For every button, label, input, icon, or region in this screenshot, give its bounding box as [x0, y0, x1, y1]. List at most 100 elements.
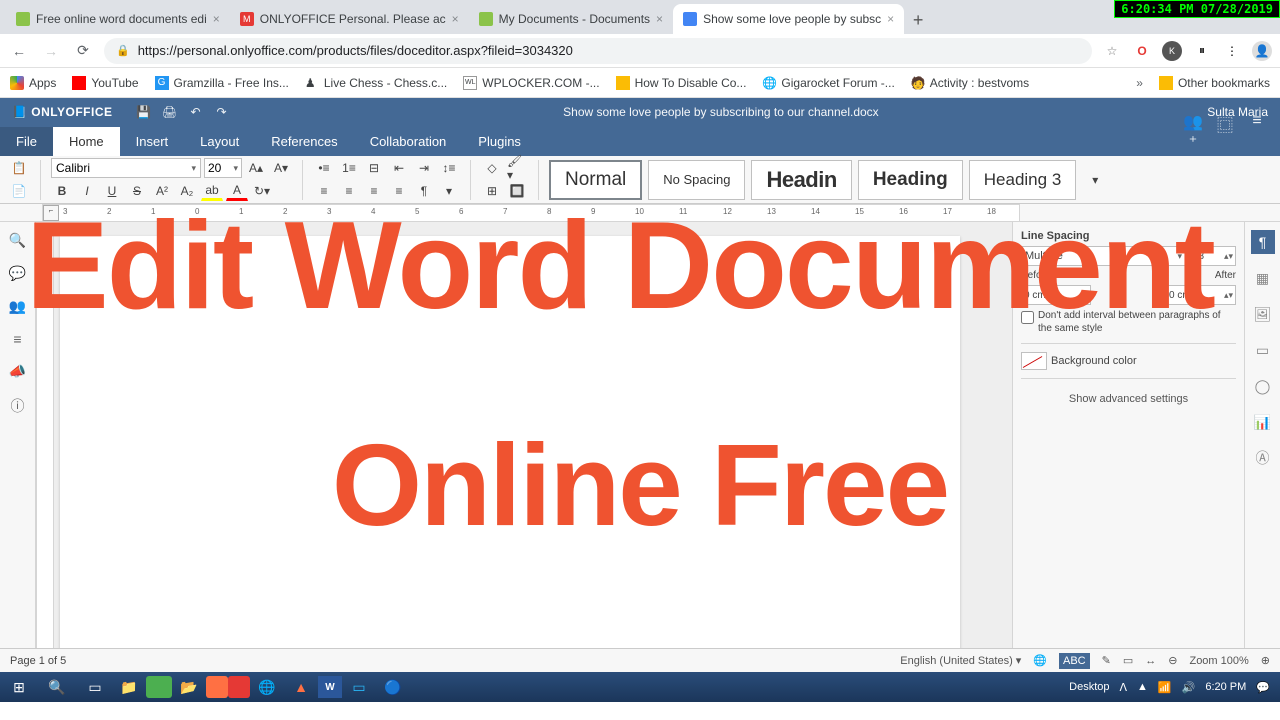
open-location-icon[interactable]: ⿴ — [1214, 112, 1236, 152]
language-select[interactable]: English (United States) ▾ — [900, 654, 1021, 667]
tab-insert[interactable]: Insert — [120, 127, 185, 156]
style-heading2[interactable]: Heading — [858, 160, 963, 200]
tray-clock[interactable]: 6:20 PM — [1205, 681, 1246, 693]
chart-settings-icon[interactable]: 📊 — [1251, 410, 1275, 434]
nonprinting-button[interactable]: ¶ — [413, 181, 435, 201]
undo-icon[interactable]: ↶ — [183, 101, 209, 123]
strike-button[interactable]: S — [126, 181, 148, 201]
forward-button[interactable]: → — [40, 40, 62, 62]
line-spacing-value[interactable]: 08▴▾ — [1190, 246, 1236, 266]
superscript-button[interactable]: A² — [151, 181, 173, 201]
close-icon[interactable]: × — [213, 12, 220, 26]
other-bookmarks[interactable]: Other bookmarks — [1159, 76, 1270, 90]
taskbar-app[interactable] — [146, 676, 172, 698]
menu-icon[interactable]: ⋮ — [1222, 41, 1242, 61]
share-icon[interactable]: 👥⁺ — [1182, 112, 1204, 152]
increase-font-icon[interactable]: A▴ — [245, 158, 267, 178]
table-settings-icon[interactable]: ▦ — [1251, 266, 1275, 290]
document-viewport[interactable] — [36, 222, 1012, 648]
taskbar-app[interactable]: 📂 — [172, 672, 206, 702]
tray-volume-icon[interactable]: 🔊 — [1182, 681, 1196, 694]
tray-overflow-icon[interactable]: ᐱ — [1120, 681, 1128, 694]
close-icon[interactable]: × — [452, 12, 459, 26]
chat-icon[interactable]: 👥 — [9, 298, 26, 315]
task-view-button[interactable]: ▭ — [78, 672, 112, 702]
font-size-select[interactable]: 20▾ — [204, 158, 242, 178]
style-no-spacing[interactable]: No Spacing — [648, 160, 745, 200]
decrease-indent-button[interactable]: ⇤ — [388, 158, 410, 178]
spacing-before[interactable]: 0 cm▴▾ — [1021, 285, 1091, 305]
feedback-icon[interactable]: 📣 — [9, 363, 26, 380]
track-changes-button[interactable]: ✎ — [1102, 654, 1111, 667]
paste-icon[interactable]: 📄 — [8, 181, 30, 201]
tab-layout[interactable]: Layout — [184, 127, 255, 156]
paragraph-settings-icon[interactable]: ¶ — [1251, 230, 1275, 254]
taskbar-app[interactable] — [228, 676, 250, 698]
taskbar-word[interactable]: W — [318, 676, 342, 698]
browser-tab-0[interactable]: Free online word documents edi× — [6, 4, 230, 34]
redo-icon[interactable]: ↷ — [209, 101, 235, 123]
extension-icon[interactable]: K — [1162, 41, 1182, 61]
italic-button[interactable]: I — [76, 181, 98, 201]
zoom-out-button[interactable]: ⊖ — [1168, 654, 1177, 667]
browser-tab-2[interactable]: My Documents - Documents× — [469, 4, 673, 34]
textart-settings-icon[interactable]: Ⓐ — [1251, 446, 1275, 470]
close-icon[interactable]: × — [656, 12, 663, 26]
tab-collaboration[interactable]: Collaboration — [354, 127, 463, 156]
reload-button[interactable]: ⟳ — [72, 40, 94, 62]
bookmark-item[interactable]: 🧑Activity : bestvoms — [911, 76, 1029, 90]
tab-file[interactable]: File — [0, 127, 53, 156]
bullets-button[interactable]: •≡ — [313, 158, 335, 178]
tray-desktop-label[interactable]: Desktop — [1069, 681, 1109, 693]
font-color-button[interactable]: A — [226, 181, 248, 201]
dont-add-interval-checkbox[interactable] — [1021, 311, 1034, 324]
bold-button[interactable]: B — [51, 181, 73, 201]
vertical-ruler[interactable] — [36, 230, 54, 648]
spellcheck-button[interactable]: 🌐 — [1033, 654, 1047, 667]
taskbar-app[interactable]: ▭ — [342, 672, 376, 702]
bookmark-item[interactable]: 🌐Gigarocket Forum -... — [762, 76, 894, 90]
bookmark-item[interactable]: GGramzilla - Free Ins... — [155, 76, 289, 90]
line-spacing-mode[interactable]: Multiple▾ — [1021, 246, 1186, 266]
show-advanced-link[interactable]: Show advanced settings — [1021, 387, 1236, 411]
taskbar-app[interactable] — [206, 676, 228, 698]
decrease-font-icon[interactable]: A▾ — [270, 158, 292, 178]
bookmark-item[interactable]: ♟Live Chess - Chess.c... — [305, 76, 447, 90]
zoom-in-button[interactable]: ⊕ — [1261, 654, 1270, 667]
system-tray[interactable]: Desktop ᐱ ▲ 📶 🔊 6:20 PM 💬 — [1061, 681, 1278, 694]
page-indicator[interactable]: Page 1 of 5 — [10, 655, 66, 667]
start-button[interactable]: ⊞ — [2, 672, 36, 702]
bookmark-item[interactable]: WLWPLOCKER.COM -... — [463, 76, 599, 90]
increase-indent-button[interactable]: ⇥ — [413, 158, 435, 178]
document-page[interactable] — [60, 236, 960, 648]
tray-wifi-icon[interactable]: 📶 — [1158, 681, 1172, 694]
subscript-button[interactable]: A₂ — [176, 181, 198, 201]
save-icon[interactable]: 💾 — [131, 101, 157, 123]
style-normal[interactable]: Normal — [549, 160, 642, 200]
extension-icon[interactable]: ⏸ — [1192, 41, 1212, 61]
style-heading1[interactable]: Headin — [751, 160, 851, 200]
back-button[interactable]: ← — [8, 40, 30, 62]
underline-button[interactable]: U — [101, 181, 123, 201]
comments-icon[interactable]: 💬 — [9, 265, 26, 282]
navigation-icon[interactable]: ≡ — [13, 331, 21, 347]
style-heading3[interactable]: Heading 3 — [969, 160, 1077, 200]
taskbar-app[interactable]: 📁 — [112, 672, 146, 702]
background-color-swatch[interactable] — [1021, 352, 1047, 370]
fit-page-button[interactable]: ▭ — [1123, 654, 1133, 667]
taskbar-app[interactable]: 🔵 — [376, 672, 410, 702]
print-icon[interactable]: 🖨 — [157, 101, 183, 123]
copy-icon[interactable]: 📋 — [8, 158, 30, 178]
align-left-button[interactable]: ≡ — [313, 181, 335, 201]
zoom-level[interactable]: Zoom 100% — [1189, 655, 1248, 667]
styles-dropdown[interactable]: ▾ — [1082, 160, 1108, 200]
spellcheck-toggle[interactable]: ABC — [1059, 653, 1090, 669]
align-center-button[interactable]: ≡ — [338, 181, 360, 201]
bookmark-item[interactable]: YouTube — [72, 76, 138, 90]
line-spacing-button[interactable]: ↕≡ — [438, 158, 460, 178]
extension-icon[interactable]: O — [1132, 41, 1152, 61]
shape-settings-icon[interactable]: ◯ — [1251, 374, 1275, 398]
copy-style-button[interactable]: 🖌▾ — [506, 158, 528, 178]
multilevel-button[interactable]: ⊟ — [363, 158, 385, 178]
image-settings-icon[interactable]: 🖼 — [1251, 302, 1275, 326]
